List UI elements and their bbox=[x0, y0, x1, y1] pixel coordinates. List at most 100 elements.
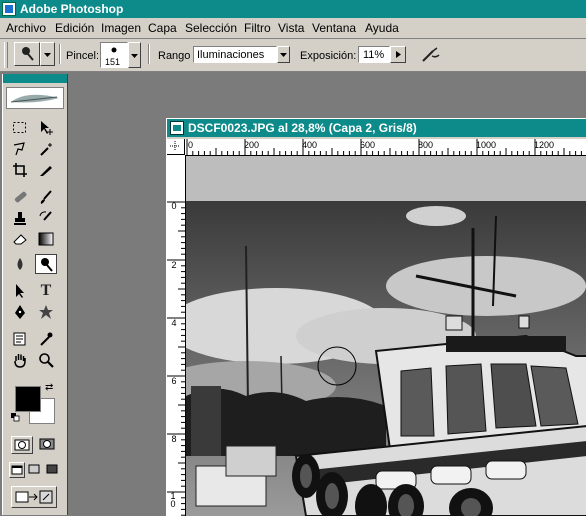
move-icon bbox=[41, 121, 53, 135]
smudge-tool[interactable] bbox=[9, 254, 31, 274]
chevron-down-icon bbox=[44, 53, 51, 57]
photoshop-logo-icon bbox=[2, 2, 16, 16]
default-colors-icon[interactable] bbox=[11, 413, 20, 422]
clone-stamp-tool[interactable] bbox=[9, 208, 31, 228]
app-title-bar: Adobe Photoshop bbox=[0, 0, 586, 18]
type-t-icon: T bbox=[40, 282, 52, 299]
range-dropdown[interactable] bbox=[277, 46, 290, 63]
hand-icon bbox=[14, 354, 26, 368]
brush-preview[interactable]: 151 bbox=[100, 42, 128, 68]
exposure-slider-button[interactable] bbox=[390, 46, 406, 63]
gradient-tool[interactable] bbox=[35, 229, 57, 249]
menu-bar: Archivo Edición Imagen Capa Selección Fi… bbox=[0, 18, 586, 39]
stamp-icon bbox=[14, 212, 26, 225]
hand-tool[interactable] bbox=[9, 350, 31, 370]
airbrush-toggle[interactable] bbox=[418, 44, 442, 66]
hruler-label: 1200 bbox=[534, 140, 555, 150]
screen-mode-standard-button[interactable] bbox=[9, 462, 25, 478]
history-brush-icon bbox=[39, 211, 52, 221]
fullscreen-icon bbox=[46, 464, 58, 474]
image-canvas[interactable] bbox=[186, 156, 586, 516]
vertical-ruler: 0 2 4 6 8 10 bbox=[167, 155, 186, 516]
notes-tool[interactable] bbox=[9, 329, 31, 349]
document-title: DSCF0023.JPG al 28,8% (Capa 2, Gris/8) bbox=[188, 121, 417, 135]
jump-to-imageready-icon bbox=[15, 490, 53, 504]
exposure-input[interactable]: 11% bbox=[358, 46, 390, 63]
pen-nib-icon bbox=[15, 305, 25, 319]
swap-colors-icon[interactable]: ⇄ bbox=[45, 382, 53, 393]
quick-mask-icon bbox=[39, 438, 55, 450]
vruler-label: 8 bbox=[171, 434, 177, 444]
ruler-origin[interactable] bbox=[167, 139, 185, 155]
airbrush-icon bbox=[422, 47, 440, 62]
dodge-tool[interactable] bbox=[35, 254, 57, 274]
marquee-tool[interactable] bbox=[9, 118, 31, 138]
screen-mode-full-button[interactable] bbox=[45, 462, 61, 478]
star-shape-icon bbox=[39, 305, 53, 319]
eyedropper-tool[interactable] bbox=[35, 329, 57, 349]
tool-preset-dropdown[interactable] bbox=[40, 42, 55, 66]
screen-mode-menubar-button[interactable] bbox=[27, 462, 43, 478]
note-icon bbox=[13, 332, 26, 346]
shape-tool[interactable] bbox=[35, 302, 57, 322]
toolbox: T ⇄ bbox=[2, 74, 68, 515]
document-title-bar[interactable]: DSCF0023.JPG al 28,8% (Capa 2, Gris/8) bbox=[167, 119, 586, 137]
brush-tool[interactable] bbox=[35, 187, 57, 207]
vruler-label: 4 bbox=[171, 318, 177, 328]
menu-filtro[interactable]: Filtro bbox=[244, 21, 271, 35]
menu-archivo[interactable]: Archivo bbox=[6, 21, 46, 35]
healing-brush-tool[interactable] bbox=[9, 187, 31, 207]
document-window: DSCF0023.JPG al 28,8% (Capa 2, Gris/8) 0… bbox=[166, 118, 586, 516]
vruler-label: 10 bbox=[170, 491, 176, 509]
gradient-icon bbox=[38, 232, 54, 246]
brush-dropdown[interactable] bbox=[128, 42, 141, 68]
dodge-icon bbox=[22, 47, 34, 61]
adobe-online-feather-icon[interactable] bbox=[6, 87, 64, 109]
bandage-icon bbox=[14, 191, 27, 203]
boat-photo bbox=[186, 156, 586, 516]
slice-tool[interactable] bbox=[35, 160, 57, 180]
eyedropper-icon bbox=[40, 332, 53, 346]
options-grip[interactable] bbox=[4, 42, 8, 68]
history-brush-tool[interactable] bbox=[35, 208, 57, 228]
jump-to-imageready-button[interactable] bbox=[11, 486, 57, 508]
range-value: Iluminaciones bbox=[197, 49, 265, 61]
brush-tip-icon bbox=[111, 47, 117, 53]
menu-imagen[interactable]: Imagen bbox=[101, 21, 141, 35]
range-select[interactable]: Iluminaciones bbox=[193, 46, 277, 63]
menu-capa[interactable]: Capa bbox=[148, 21, 177, 35]
type-tool[interactable]: T bbox=[35, 281, 57, 301]
move-tool[interactable] bbox=[35, 118, 57, 138]
menu-vista[interactable]: Vista bbox=[278, 21, 304, 35]
lasso-icon bbox=[13, 142, 25, 156]
brush-size: 151 bbox=[105, 57, 121, 67]
lasso-tool[interactable] bbox=[9, 139, 31, 159]
hruler-label: 400 bbox=[302, 140, 318, 150]
rect-marquee-icon bbox=[13, 122, 26, 133]
crop-tool[interactable] bbox=[9, 160, 31, 180]
arrow-right-icon bbox=[396, 51, 401, 58]
droplet-icon bbox=[17, 258, 23, 270]
zoom-tool[interactable] bbox=[35, 350, 57, 370]
vruler-label: 2 bbox=[171, 260, 177, 270]
crop-icon bbox=[13, 163, 27, 177]
quick-mask-button[interactable] bbox=[37, 436, 59, 454]
menu-ventana[interactable]: Ventana bbox=[312, 21, 356, 35]
vruler-label: 0 bbox=[171, 201, 177, 211]
hruler-label: 600 bbox=[360, 140, 376, 150]
pen-tool[interactable] bbox=[9, 302, 31, 322]
exposure-value: 11% bbox=[363, 49, 385, 61]
menu-seleccion[interactable]: Selección bbox=[185, 21, 237, 35]
menu-edicion[interactable]: Edición bbox=[55, 21, 94, 35]
standard-mode-button[interactable] bbox=[11, 436, 33, 454]
magic-wand-tool[interactable] bbox=[35, 139, 57, 159]
document-icon bbox=[170, 121, 184, 135]
hruler-label: 200 bbox=[244, 140, 260, 150]
tool-preset-button[interactable] bbox=[14, 42, 40, 66]
path-selection-tool[interactable] bbox=[9, 281, 31, 301]
standard-mode-icon bbox=[14, 439, 30, 451]
range-label: Rango bbox=[158, 50, 191, 62]
menu-ayuda[interactable]: Ayuda bbox=[365, 21, 399, 35]
eraser-tool[interactable] bbox=[9, 229, 31, 249]
toolbox-title-bar[interactable] bbox=[3, 74, 67, 83]
